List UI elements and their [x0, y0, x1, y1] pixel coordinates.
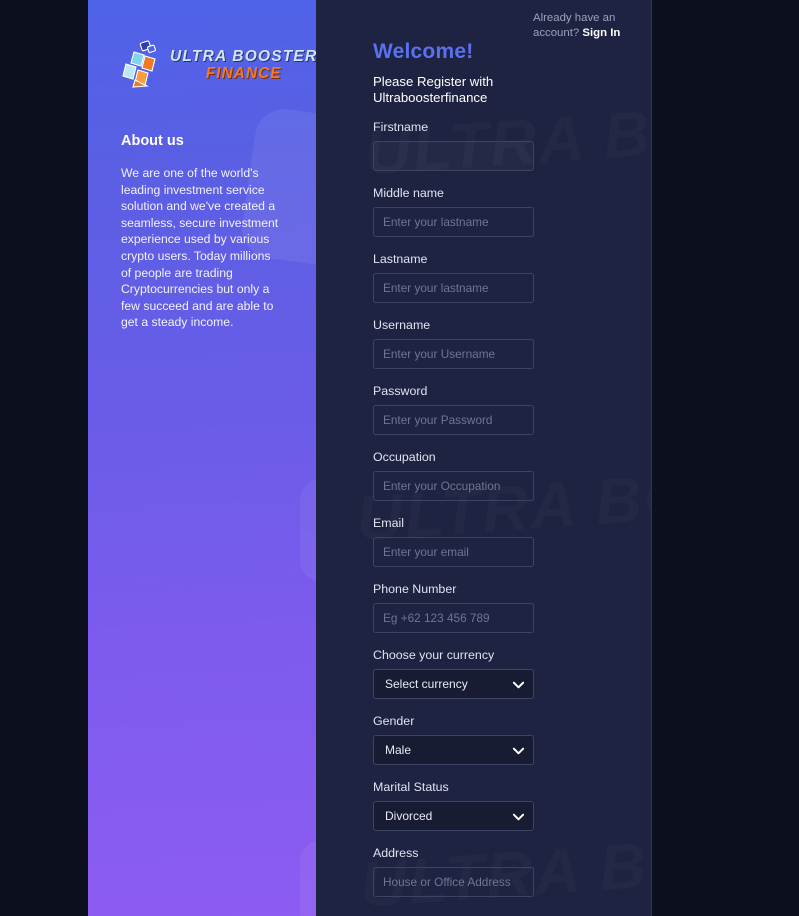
- label-phone-number: Phone Number: [373, 582, 457, 596]
- field-firstname: Firstname: [373, 120, 651, 171]
- label-lastname: Lastname: [373, 252, 428, 266]
- about-panel: ULTRA BOOSTER FINANCE About us We are on…: [88, 0, 316, 916]
- select-wrap-choose-your-currency: Select currency: [373, 669, 534, 699]
- label-occupation: Occupation: [373, 450, 436, 464]
- label-email: Email: [373, 516, 404, 530]
- select-marital-status[interactable]: Divorced: [373, 801, 534, 831]
- field-marital-status: Marital Status Divorced: [373, 780, 651, 831]
- signin-prompt-row: Already have an account? Sign In: [533, 11, 627, 41]
- input-occupation[interactable]: [373, 471, 534, 501]
- label-choose-your-currency: Choose your currency: [373, 648, 495, 662]
- input-address[interactable]: [373, 867, 534, 897]
- field-address: Address: [373, 846, 651, 897]
- eagle-emblem-watermark-icon: [300, 478, 316, 582]
- field-middle-name: Middle name: [373, 186, 651, 237]
- logo-text-primary: ULTRA BOOSTER: [170, 47, 316, 65]
- select-wrap-marital-status: Divorced: [373, 801, 534, 831]
- input-firstname[interactable]: [373, 141, 534, 171]
- field-lastname: Lastname: [373, 252, 651, 303]
- field-occupation: Occupation: [373, 450, 651, 501]
- input-middle-name[interactable]: [373, 207, 534, 237]
- label-gender: Gender: [373, 714, 415, 728]
- registration-page: ULTRA BOOSTER FINANCE About us We are on…: [0, 0, 799, 916]
- input-lastname[interactable]: [373, 273, 534, 303]
- about-text: We are one of the world's leading invest…: [121, 166, 279, 330]
- field-choose-your-currency: Choose your currency Select currency: [373, 648, 651, 699]
- label-username: Username: [373, 318, 431, 332]
- form-subtitle: Please Register with Ultraboosterfinance: [373, 74, 494, 105]
- input-phone-number[interactable]: [373, 603, 534, 633]
- input-email[interactable]: [373, 537, 534, 567]
- label-firstname: Firstname: [373, 120, 429, 134]
- label-address: Address: [373, 846, 419, 860]
- select-gender[interactable]: Male: [373, 735, 534, 765]
- label-marital-status: Marital Status: [373, 780, 449, 794]
- field-password: Password: [373, 384, 651, 435]
- label-password: Password: [373, 384, 428, 398]
- field-phone-number: Phone Number: [373, 582, 651, 633]
- form-fields-container: Firstname Middle name Lastname Username Pass…: [373, 120, 651, 897]
- input-username[interactable]: [373, 339, 534, 369]
- brand-logo[interactable]: ULTRA BOOSTER FINANCE: [121, 40, 316, 90]
- auth-card: ULTRA BOOSTER FINANCE About us We are on…: [88, 0, 652, 916]
- registration-form: Welcome! Please Register with Ultraboost…: [316, 0, 651, 916]
- label-middle-name: Middle name: [373, 186, 444, 200]
- field-email: Email: [373, 516, 651, 567]
- about-heading: About us: [121, 133, 184, 149]
- select-choose-your-currency[interactable]: Select currency: [373, 669, 534, 699]
- input-password[interactable]: [373, 405, 534, 435]
- field-gender: Gender Male: [373, 714, 651, 765]
- logo-text-secondary: FINANCE: [205, 65, 282, 82]
- field-username: Username: [373, 318, 651, 369]
- register-panel: ULTRA BOOSTER ULTRA BOOSTER ULTRA BOOSTE…: [316, 0, 651, 916]
- select-wrap-gender: Male: [373, 735, 534, 765]
- welcome-heading: Welcome!: [373, 40, 474, 63]
- sign-in-link[interactable]: Sign In: [582, 27, 620, 39]
- eagle-emblem-watermark-icon-2: [300, 840, 316, 916]
- rocket-blocks-icon: [121, 40, 165, 90]
